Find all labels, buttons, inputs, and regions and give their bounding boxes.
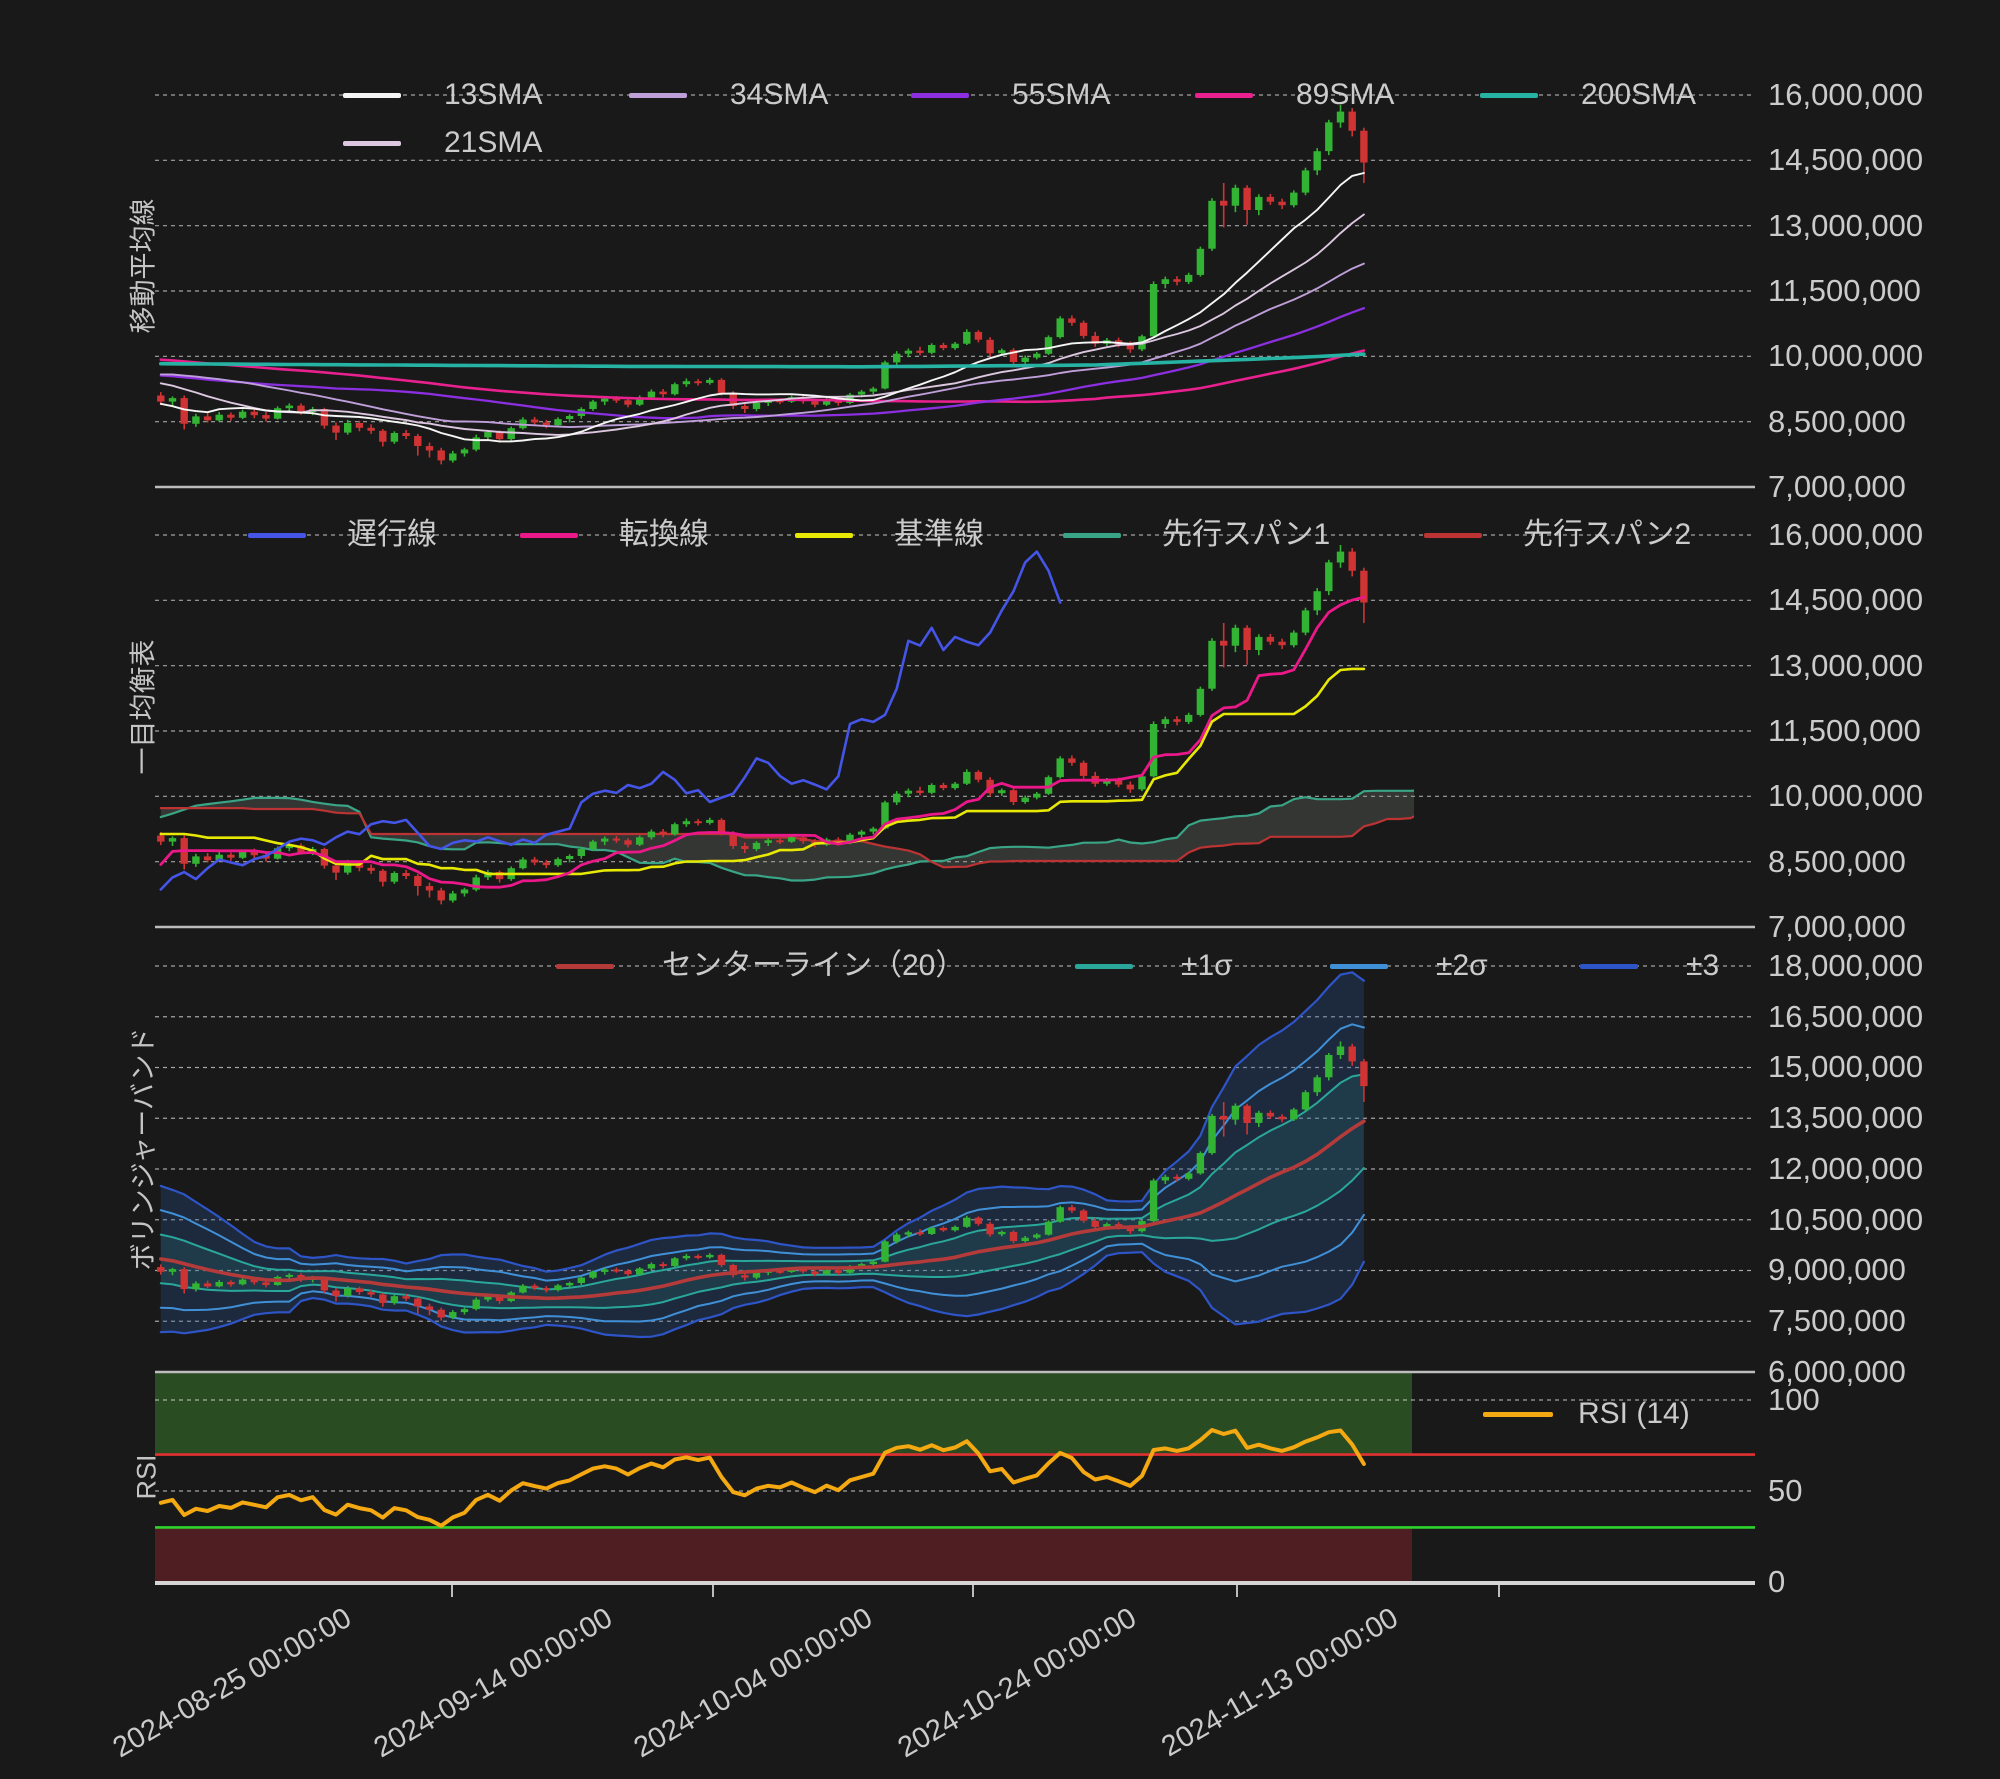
- legend-label: センターライン（20）: [662, 948, 965, 984]
- legend-swatch-±3: [1580, 964, 1638, 969]
- y-tick-panel2: 16,000,000: [1768, 517, 1923, 553]
- legend-swatch-転換線: [520, 533, 578, 538]
- legend-swatch-21SMA: [343, 141, 401, 146]
- legend-label: 転換線: [619, 517, 709, 553]
- y-tick-panel3: 16,500,000: [1768, 999, 1923, 1035]
- legend-swatch-34SMA: [629, 93, 687, 98]
- legend-label: 13SMA: [444, 77, 542, 113]
- legend-swatch-基準線: [795, 533, 853, 538]
- legend-label: RSI (14): [1578, 1396, 1690, 1432]
- y-tick-panel1: 11,500,000: [1768, 273, 1921, 309]
- legend-label: 21SMA: [444, 125, 542, 161]
- y-tick-panel3: 12,000,000: [1768, 1151, 1923, 1187]
- y-tick-panel3: 15,000,000: [1768, 1049, 1923, 1085]
- y-tick-panel3: 9,000,000: [1768, 1252, 1906, 1288]
- legend-label: ±3: [1686, 948, 1719, 984]
- legend-swatch-±1σ: [1075, 964, 1133, 969]
- technical-analysis-chart: 移動平均線 一目均衡表 ボリンジャーバンド RSI 16,000,000 14,5…: [0, 0, 2000, 1779]
- y-tick-panel2: 13,000,000: [1768, 648, 1923, 684]
- y-tick-panel1: 7,000,000: [1768, 469, 1906, 505]
- legend-swatch-遅行線: [248, 533, 306, 538]
- y-tick-panel4: 100: [1768, 1382, 1820, 1418]
- y-tick-panel3: 13,500,000: [1768, 1100, 1923, 1136]
- axis-title-ichimoku: 一目均衡表: [122, 640, 161, 775]
- y-tick-panel2: 8,500,000: [1768, 844, 1906, 880]
- y-tick-panel1: 13,000,000: [1768, 208, 1923, 244]
- y-tick-panel1: 14,500,000: [1768, 142, 1923, 178]
- legend-label: 200SMA: [1581, 77, 1696, 113]
- legend-swatch-89SMA: [1195, 93, 1253, 98]
- y-tick-panel2: 7,000,000: [1768, 909, 1906, 945]
- axis-title-sma: 移動平均線: [122, 199, 161, 334]
- y-tick-panel3: 18,000,000: [1768, 948, 1923, 984]
- y-tick-panel2: 10,000,000: [1768, 778, 1923, 814]
- y-tick-panel3: 7,500,000: [1768, 1303, 1906, 1339]
- legend-swatch-センターライン（20）: [556, 964, 614, 969]
- legend-label: ±1σ: [1181, 948, 1233, 984]
- y-tick-panel1: 8,500,000: [1768, 404, 1906, 440]
- chart-canvas: [0, 0, 2000, 1779]
- y-tick-panel1: 10,000,000: [1768, 338, 1923, 374]
- legend-swatch-先行スパン1: [1063, 533, 1121, 538]
- legend-label: 遅行線: [347, 517, 437, 553]
- y-tick-panel2: 11,500,000: [1768, 713, 1921, 749]
- legend-label: 先行スパン2: [1523, 517, 1691, 553]
- legend-label: 34SMA: [730, 77, 828, 113]
- legend-label: 先行スパン1: [1162, 517, 1330, 553]
- legend-swatch-13SMA: [343, 93, 401, 98]
- axis-title-bollinger: ボリンジャーバンド: [122, 1028, 161, 1271]
- y-tick-panel4: 0: [1768, 1564, 1785, 1600]
- legend-swatch-±2σ: [1330, 964, 1388, 969]
- legend-swatch-200SMA: [1480, 93, 1538, 98]
- legend-swatch-RSI (14): [1483, 1412, 1553, 1417]
- y-tick-panel2: 14,500,000: [1768, 582, 1923, 618]
- legend-swatch-先行スパン2: [1424, 533, 1482, 538]
- axis-title-rsi: RSI: [132, 1454, 163, 1499]
- legend-label: 基準線: [894, 517, 984, 553]
- legend-label: ±2σ: [1436, 948, 1488, 984]
- legend-swatch-55SMA: [911, 93, 969, 98]
- y-tick-panel4: 50: [1768, 1473, 1802, 1509]
- y-tick-panel3: 10,500,000: [1768, 1202, 1923, 1238]
- legend-label: 89SMA: [1296, 77, 1394, 113]
- legend-label: 55SMA: [1012, 77, 1110, 113]
- y-tick-panel1: 16,000,000: [1768, 77, 1923, 113]
